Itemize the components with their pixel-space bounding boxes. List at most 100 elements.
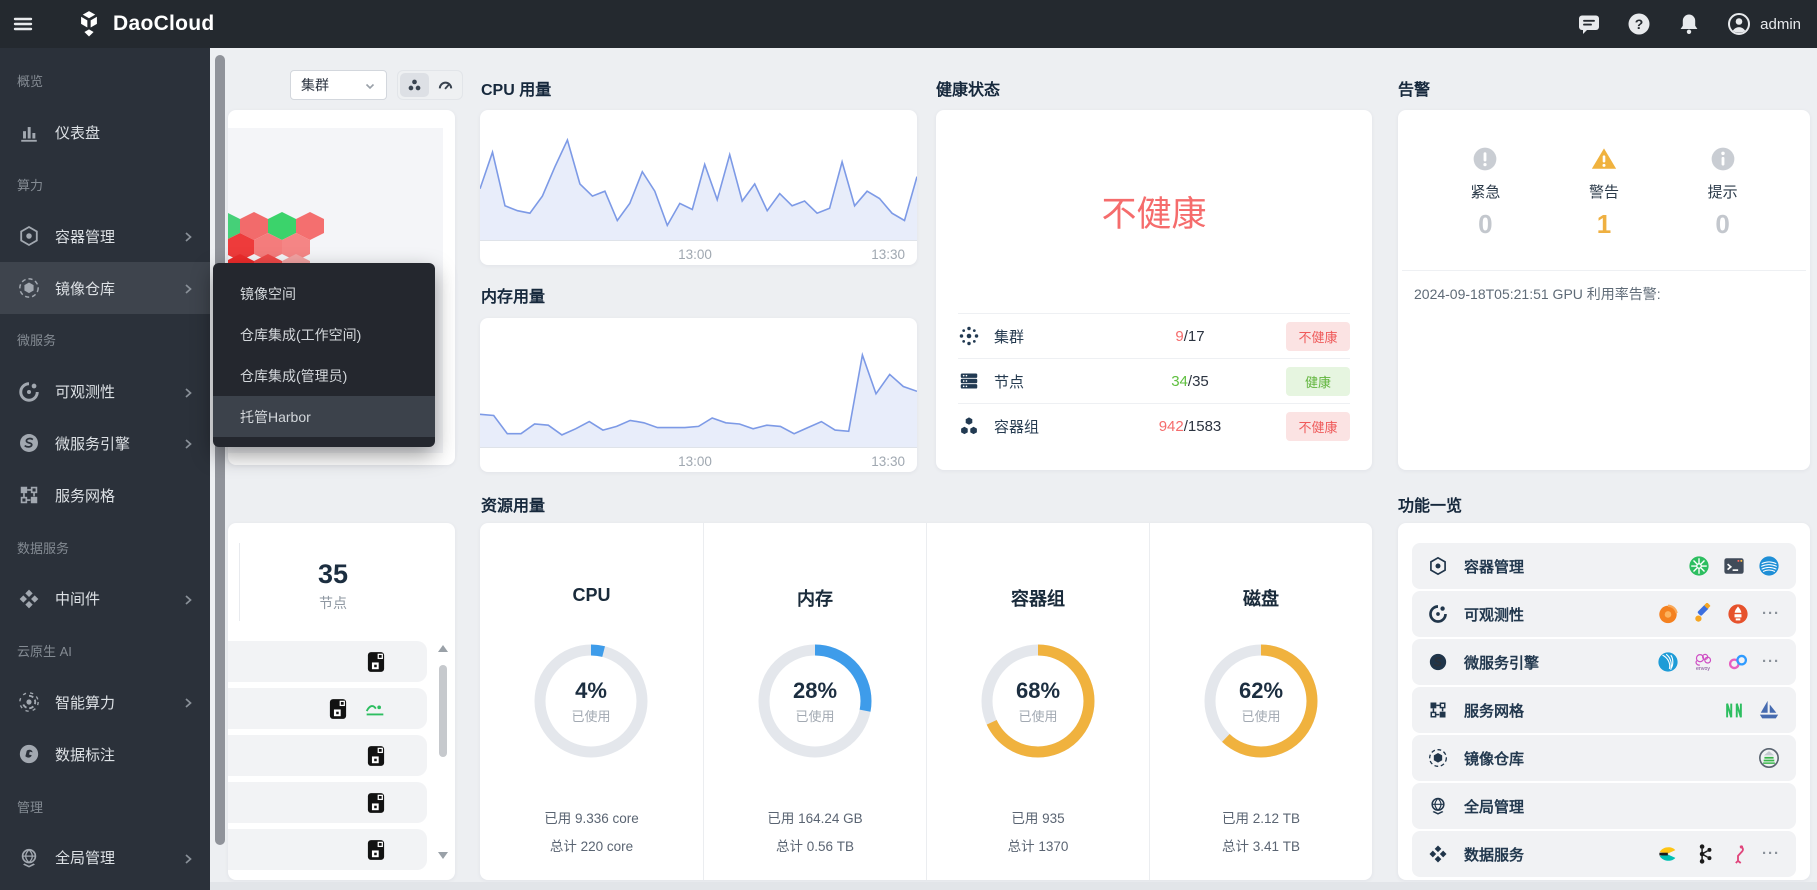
donut-chart[interactable]: 68%已使用 bbox=[978, 641, 1098, 761]
donut-chart[interactable]: 62%已使用 bbox=[1201, 641, 1321, 761]
cluster-view-icon bbox=[406, 77, 423, 94]
sidebar-item-global[interactable]: 全局管理 bbox=[0, 832, 210, 884]
submenu-item[interactable]: 仓库集成(管理员) bbox=[213, 355, 435, 396]
cluster-select[interactable]: 集群 bbox=[290, 70, 387, 100]
health-title: 健康状态 bbox=[936, 76, 1000, 100]
warning-icon bbox=[1591, 146, 1617, 172]
sidebar-item-mesh[interactable]: 服务网格 bbox=[0, 469, 210, 521]
feature-row-容器管理[interactable]: 容器管理 bbox=[1412, 543, 1796, 589]
alert-message[interactable]: 2024-09-18T05:21:51 GPU 利用率告警: bbox=[1414, 284, 1794, 304]
pink-bird-icon[interactable] bbox=[1727, 843, 1749, 865]
help-icon[interactable]: ? bbox=[1627, 12, 1651, 36]
sidebar-item-registry[interactable]: 镜像仓库 bbox=[0, 262, 210, 314]
middleware-icon bbox=[1428, 844, 1448, 864]
feature-row-服务网格[interactable]: 服务网格 bbox=[1412, 687, 1796, 733]
sidebar-item-middleware[interactable]: 中间件 bbox=[0, 573, 210, 625]
sphere-icon[interactable] bbox=[1657, 651, 1679, 673]
feature-row-数据服务[interactable]: 数据服务··· bbox=[1412, 831, 1796, 877]
donut-center-text: 62%已使用 bbox=[1201, 641, 1321, 761]
grafana-icon[interactable] bbox=[1657, 603, 1679, 625]
docker-icon bbox=[367, 839, 385, 861]
node-list-row[interactable] bbox=[228, 829, 427, 870]
alert-stat-value: 0 bbox=[1715, 209, 1729, 240]
resource-used-label: 已用 164.24 GB bbox=[704, 807, 926, 827]
terminal-icon[interactable] bbox=[1723, 555, 1745, 577]
resource-gauge-容器组: 容器组68%已使用已用 935总计 1370 bbox=[926, 523, 1149, 880]
more-icon[interactable]: ··· bbox=[1762, 653, 1780, 671]
submenu-item[interactable]: 托管Harbor bbox=[213, 396, 435, 437]
bell-icon[interactable] bbox=[1677, 12, 1701, 36]
health-row-value: 34/35 bbox=[1094, 373, 1286, 390]
kafka-icon[interactable] bbox=[1692, 843, 1714, 865]
vertical-scrollbar[interactable] bbox=[215, 55, 225, 845]
user-menu[interactable]: admin bbox=[1727, 12, 1801, 36]
feature-product-icons bbox=[1688, 555, 1780, 577]
resource-gauge-label: 磁盘 bbox=[1150, 585, 1372, 611]
cpu-area-chart[interactable] bbox=[480, 118, 917, 245]
alert-stat-警告: 警告1 bbox=[1589, 146, 1619, 240]
sidebar-item-ai[interactable]: 智能算力 bbox=[0, 677, 210, 729]
node-list-row[interactable] bbox=[228, 688, 427, 729]
node-count-value: 35 bbox=[228, 559, 438, 590]
submenu-item[interactable]: 仓库集成(工作空间) bbox=[213, 314, 435, 355]
sidebar-nav: 概览仪表盘算力容器管理镜像仓库微服务可观测性微服务引擎服务网格数据服务中间件云原… bbox=[0, 48, 210, 890]
donut-chart[interactable]: 28%已使用 bbox=[755, 641, 875, 761]
chevron-right-icon bbox=[182, 852, 194, 864]
sidebar-item-observability[interactable]: 可观测性 bbox=[0, 366, 210, 418]
sidebar-item-dashboard[interactable]: 仪表盘 bbox=[0, 107, 210, 159]
sidebar-section-label: 管理 bbox=[0, 780, 210, 832]
sidebar-item-container-mgmt[interactable]: 容器管理 bbox=[0, 210, 210, 262]
node-list-row[interactable] bbox=[228, 641, 427, 682]
docker-icon bbox=[367, 651, 385, 673]
sidebar-item-label: 容器管理 bbox=[55, 226, 115, 247]
memory-area-chart[interactable] bbox=[480, 326, 917, 452]
sidebar-item-label: 全局管理 bbox=[55, 847, 115, 868]
more-icon[interactable]: ··· bbox=[1762, 845, 1780, 863]
feature-row-镜像仓库[interactable]: 镜像仓库 bbox=[1412, 735, 1796, 781]
more-icon[interactable]: ··· bbox=[1762, 605, 1780, 623]
chat-icon[interactable] bbox=[1577, 12, 1601, 36]
hamburger-menu-button[interactable] bbox=[0, 0, 46, 48]
mesh-green-icon[interactable] bbox=[1723, 699, 1745, 721]
scroll-down-icon[interactable] bbox=[437, 847, 449, 857]
node-list-row[interactable] bbox=[228, 735, 427, 776]
alert-divider bbox=[1402, 270, 1806, 271]
resource-gauge-CPU: CPU4%已使用已用 9.336 core总计 220 core bbox=[480, 523, 703, 880]
ai-icon bbox=[18, 691, 40, 713]
feature-row-label: 镜像仓库 bbox=[1464, 748, 1524, 769]
container-mgmt-icon bbox=[18, 225, 40, 247]
chevron-down-icon bbox=[364, 79, 376, 91]
mse-icon bbox=[1428, 652, 1448, 672]
envoy-icon[interactable]: envoy bbox=[1692, 651, 1714, 673]
horizontal-scrollbar[interactable] bbox=[210, 882, 1817, 890]
resource-total-label: 总计 220 core bbox=[480, 835, 703, 855]
feature-row-可观测性[interactable]: 可观测性··· bbox=[1412, 591, 1796, 637]
node-list-row[interactable] bbox=[228, 782, 427, 823]
polaris-icon[interactable] bbox=[1727, 651, 1749, 673]
kubernetes-icon[interactable] bbox=[1688, 555, 1710, 577]
sidebar-item-labeling[interactable]: 数据标注 bbox=[0, 728, 210, 780]
donut-chart[interactable]: 4%已使用 bbox=[531, 641, 651, 761]
scroll-up-icon[interactable] bbox=[437, 641, 449, 651]
prometheus-icon[interactable] bbox=[1727, 603, 1749, 625]
sailboat-icon[interactable] bbox=[1758, 699, 1780, 721]
feature-row-全局管理[interactable]: 全局管理 bbox=[1412, 783, 1796, 829]
cluster-icon bbox=[958, 325, 980, 347]
docker-icon bbox=[367, 792, 385, 814]
elastic-icon[interactable] bbox=[1657, 843, 1679, 865]
otel-icon[interactable] bbox=[1692, 603, 1714, 625]
node-scroll-thumb[interactable] bbox=[439, 665, 447, 757]
alerts-card: 紧急0警告1提示0 2024-09-18T05:21:51 GPU 利用率告警: bbox=[1398, 110, 1810, 470]
ocean-icon[interactable] bbox=[1758, 555, 1780, 577]
chevron-right-icon bbox=[182, 593, 194, 605]
sidebar-item-label: 仪表盘 bbox=[55, 122, 100, 143]
harbor-icon[interactable] bbox=[1758, 747, 1780, 769]
brand-logo[interactable]: DaoCloud bbox=[74, 9, 215, 39]
sidebar-item-mse[interactable]: 微服务引擎 bbox=[0, 418, 210, 470]
donut-caption: 已使用 bbox=[1241, 706, 1280, 725]
submenu-item[interactable]: 镜像空间 bbox=[213, 273, 435, 314]
cluster-view-toggle[interactable] bbox=[400, 73, 429, 97]
feature-row-微服务引擎[interactable]: 微服务引擎envoy··· bbox=[1412, 639, 1796, 685]
gauge-view-toggle[interactable] bbox=[431, 73, 460, 97]
green-wave-icon bbox=[365, 699, 385, 719]
